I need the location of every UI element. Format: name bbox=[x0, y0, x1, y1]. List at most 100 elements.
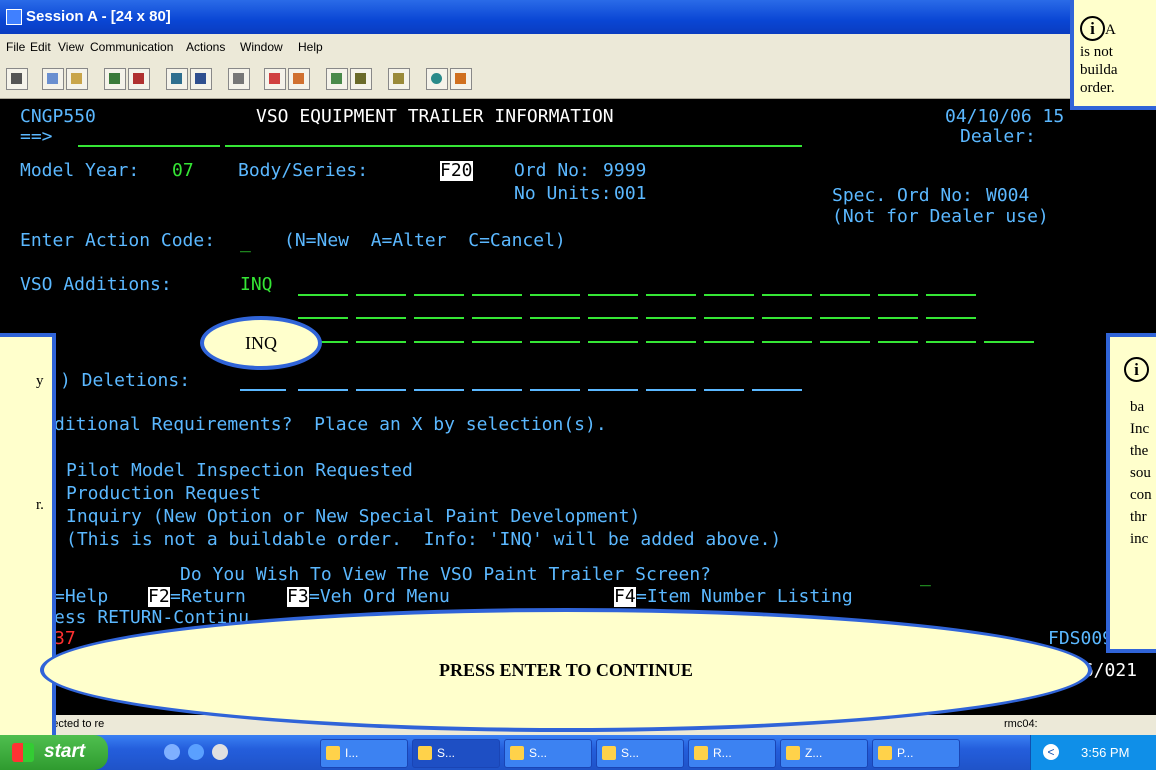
command-prompt: ==> bbox=[20, 126, 53, 147]
paint-trailer-answer[interactable]: _ bbox=[920, 567, 931, 587]
macro-button[interactable] bbox=[228, 68, 250, 90]
quick-launch-browser-icon[interactable] bbox=[188, 744, 204, 760]
addition-field[interactable] bbox=[414, 294, 464, 296]
menu-communication[interactable]: Communication bbox=[90, 40, 173, 54]
addition-field[interactable] bbox=[356, 317, 406, 319]
addition-field[interactable] bbox=[926, 294, 976, 296]
send-file-button[interactable] bbox=[104, 68, 126, 90]
addition-field[interactable] bbox=[820, 341, 870, 343]
stop-macro-button[interactable] bbox=[288, 68, 310, 90]
taskbar-button-active[interactable]: S... bbox=[412, 739, 500, 768]
req-production[interactable]: Production Request bbox=[66, 484, 261, 504]
f2-key[interactable]: F2 bbox=[148, 587, 170, 607]
addition-field[interactable] bbox=[588, 317, 638, 319]
globe-icon[interactable] bbox=[426, 68, 448, 90]
deletion-field[interactable] bbox=[646, 389, 696, 391]
session-icon bbox=[418, 746, 432, 760]
chevron-left-icon[interactable]: < bbox=[1043, 744, 1059, 760]
addition-field[interactable] bbox=[926, 341, 976, 343]
addition-field[interactable] bbox=[414, 341, 464, 343]
keyboard-map-button[interactable] bbox=[190, 68, 212, 90]
taskbar-button[interactable]: R... bbox=[688, 739, 776, 768]
addition-field[interactable] bbox=[588, 341, 638, 343]
addition-field[interactable] bbox=[530, 341, 580, 343]
command-field-underline-2[interactable] bbox=[225, 145, 802, 147]
deletion-field[interactable] bbox=[704, 389, 744, 391]
f3-key[interactable]: F3 bbox=[287, 587, 309, 607]
menu-edit[interactable]: Edit bbox=[30, 40, 51, 54]
deletion-field[interactable] bbox=[240, 389, 286, 391]
deletion-field[interactable] bbox=[356, 389, 406, 391]
receive-file-button[interactable] bbox=[128, 68, 150, 90]
req-inquiry[interactable]: Inquiry (New Option or New Special Paint… bbox=[66, 507, 640, 527]
addition-field[interactable] bbox=[646, 317, 696, 319]
taskbar-button[interactable]: P... bbox=[872, 739, 960, 768]
clipboard-button[interactable] bbox=[388, 68, 410, 90]
edit-macro-button[interactable] bbox=[350, 68, 372, 90]
addition-field[interactable] bbox=[472, 294, 522, 296]
pencil-icon[interactable] bbox=[450, 68, 472, 90]
vso-additions-value[interactable]: INQ bbox=[240, 275, 273, 295]
addition-field[interactable] bbox=[356, 294, 406, 296]
addition-field[interactable] bbox=[704, 341, 754, 343]
menu-help[interactable]: Help bbox=[298, 40, 323, 54]
menu-file[interactable]: File bbox=[6, 40, 25, 54]
deletion-field[interactable] bbox=[752, 389, 802, 391]
body-series-value[interactable]: F20 bbox=[440, 161, 473, 181]
addition-field[interactable] bbox=[356, 341, 406, 343]
deletion-field[interactable] bbox=[414, 389, 464, 391]
quick-launch-ie-icon[interactable] bbox=[164, 744, 180, 760]
req-pilot-model[interactable]: Pilot Model Inspection Requested bbox=[66, 461, 413, 481]
windows-logo-icon bbox=[12, 743, 34, 762]
taskbar-button[interactable]: S... bbox=[596, 739, 684, 768]
addition-field[interactable] bbox=[646, 294, 696, 296]
display-setup-button[interactable] bbox=[166, 68, 188, 90]
addition-field[interactable] bbox=[984, 341, 1034, 343]
addition-field[interactable] bbox=[298, 317, 348, 319]
deletion-field[interactable] bbox=[298, 389, 348, 391]
addition-field[interactable] bbox=[472, 341, 522, 343]
addition-field[interactable] bbox=[762, 341, 812, 343]
addition-field[interactable] bbox=[762, 317, 812, 319]
addition-field[interactable] bbox=[530, 294, 580, 296]
addition-field[interactable] bbox=[926, 317, 976, 319]
addition-field[interactable] bbox=[704, 294, 754, 296]
addition-field[interactable] bbox=[414, 317, 464, 319]
addition-field[interactable] bbox=[820, 294, 870, 296]
menu-actions[interactable]: Actions bbox=[186, 40, 225, 54]
taskbar-button[interactable]: Z... bbox=[780, 739, 868, 768]
addition-field[interactable] bbox=[878, 341, 918, 343]
paste-button[interactable] bbox=[66, 68, 88, 90]
action-code-field[interactable]: _ bbox=[240, 233, 251, 253]
addition-field[interactable] bbox=[820, 317, 870, 319]
taskbar-button[interactable]: I... bbox=[320, 739, 408, 768]
addition-field[interactable] bbox=[298, 294, 348, 296]
menu-window[interactable]: Window bbox=[240, 40, 283, 54]
vso-deletions-label: ) Deletions: bbox=[60, 370, 191, 391]
addition-field[interactable] bbox=[878, 294, 918, 296]
f4-key[interactable]: F4 bbox=[614, 587, 636, 607]
deletion-field[interactable] bbox=[530, 389, 580, 391]
deletion-field[interactable] bbox=[472, 389, 522, 391]
play-macro-button[interactable] bbox=[326, 68, 348, 90]
menu-view[interactable]: View bbox=[58, 40, 84, 54]
f1-help-label: =Help bbox=[54, 586, 109, 607]
program-id: CNGP550 bbox=[20, 106, 96, 127]
record-macro-button[interactable] bbox=[264, 68, 286, 90]
addition-field[interactable] bbox=[704, 317, 754, 319]
addition-field[interactable] bbox=[646, 341, 696, 343]
model-year-label: Model Year: bbox=[20, 160, 140, 181]
taskbar-button-label: S... bbox=[437, 746, 456, 760]
copy-button[interactable] bbox=[42, 68, 64, 90]
addition-field[interactable] bbox=[878, 317, 918, 319]
addition-field[interactable] bbox=[472, 317, 522, 319]
addition-field[interactable] bbox=[762, 294, 812, 296]
deletion-field[interactable] bbox=[588, 389, 638, 391]
start-button[interactable]: start bbox=[0, 735, 108, 770]
addition-field[interactable] bbox=[530, 317, 580, 319]
quick-launch-media-icon[interactable] bbox=[212, 744, 228, 760]
taskbar-button[interactable]: S... bbox=[504, 739, 592, 768]
print-screen-button[interactable] bbox=[6, 68, 28, 90]
addition-field[interactable] bbox=[588, 294, 638, 296]
window-title-bar[interactable]: Session A - [24 x 80] bbox=[0, 0, 1156, 34]
